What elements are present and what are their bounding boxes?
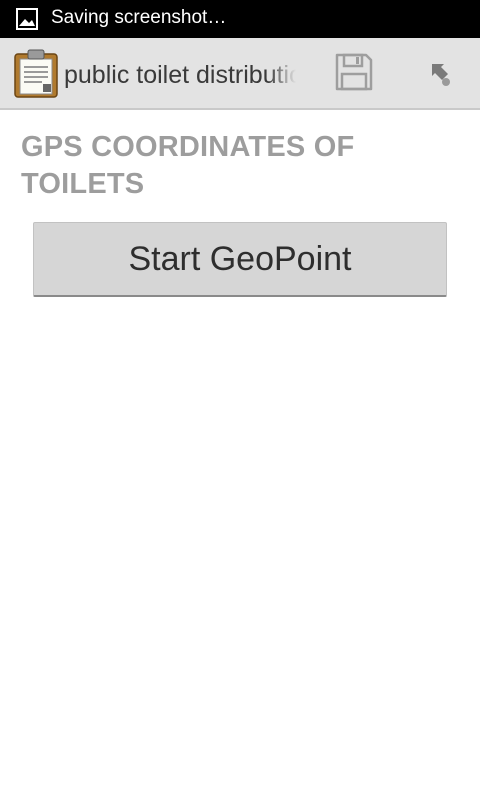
floppy-disk-icon bbox=[334, 52, 374, 97]
status-bar: Saving screenshot… bbox=[0, 0, 480, 38]
export-button[interactable] bbox=[412, 50, 460, 98]
save-button[interactable] bbox=[326, 48, 382, 100]
start-geopoint-button[interactable]: Start GeoPoint bbox=[33, 222, 447, 297]
clipboard-icon[interactable] bbox=[14, 48, 58, 98]
status-notification-text: Saving screenshot… bbox=[51, 7, 227, 28]
image-icon bbox=[16, 8, 38, 30]
arrow-down-right-icon bbox=[420, 56, 452, 93]
question-label: GPS COORDINATES OF TOILETS bbox=[21, 131, 355, 200]
action-bar: public toilet distribution bbox=[0, 38, 480, 110]
app-title: public toilet distribution bbox=[64, 61, 296, 89]
